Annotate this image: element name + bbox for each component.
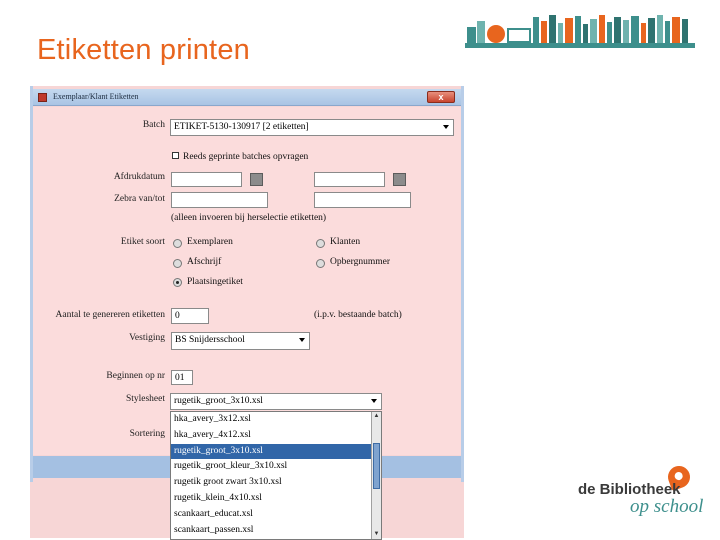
chevron-down-icon bbox=[371, 399, 377, 403]
print-date-label: Afdrukdatum bbox=[113, 172, 165, 182]
bookshelf-logo-icon bbox=[465, 14, 695, 48]
radio-plaatsingetiket[interactable] bbox=[173, 278, 182, 287]
reprint-checkbox-row[interactable]: Reeds geprinte batches opvragen bbox=[172, 152, 308, 162]
list-item[interactable]: hka_avery_3x12.xsl bbox=[171, 412, 381, 428]
list-item[interactable]: scankaart_passen.xsl bbox=[171, 523, 381, 539]
batch-select[interactable]: ETIKET-5130-130917 [2 etiketten] bbox=[170, 119, 454, 136]
batch-select-value: ETIKET-5130-130917 [2 etiketten] bbox=[174, 122, 309, 132]
print-date-to-field[interactable] bbox=[314, 172, 385, 187]
calendar-icon[interactable] bbox=[250, 173, 263, 186]
app-icon bbox=[38, 93, 47, 102]
window-title: Exemplaar/Klant Etiketten bbox=[53, 92, 139, 101]
list-item[interactable]: rugetik_klein_4x10.xsl bbox=[171, 491, 381, 507]
stylesheet-select[interactable]: rugetik_groot_3x10.xsl bbox=[170, 393, 382, 410]
stylesheet-select-value: rugetik_groot_3x10.xsl bbox=[174, 396, 263, 406]
branch-select-value: BS Snijdersschool bbox=[175, 335, 245, 345]
scroll-thumb[interactable] bbox=[373, 443, 380, 489]
batch-label: Batch bbox=[142, 120, 165, 130]
logo-text-line2: op school bbox=[630, 496, 704, 517]
slide: Etiketten printen Exemplaar/Klant Etiket… bbox=[0, 0, 720, 540]
start-number-label: Beginnen op nr bbox=[106, 371, 165, 381]
radio-afschrijf[interactable] bbox=[173, 259, 182, 268]
print-date-from-field[interactable] bbox=[171, 172, 242, 187]
count-note: (i.p.v. bestaande batch) bbox=[314, 310, 402, 320]
radio-klanten[interactable] bbox=[316, 239, 325, 248]
radio-exemplaren-label: Exemplaren bbox=[187, 237, 233, 247]
zebra-label: Zebra van/tot bbox=[114, 194, 165, 204]
label-type-label: Etiket soort bbox=[120, 237, 165, 247]
sort-label: Sortering bbox=[129, 429, 165, 439]
list-item[interactable]: scankaart_educat.xsl bbox=[171, 507, 381, 523]
radio-afschrijf-label: Afschrijf bbox=[187, 257, 222, 267]
window-titlebar[interactable]: Exemplaar/Klant Etiketten x bbox=[33, 89, 461, 106]
radio-plaatsingetiket-label: Plaatsingetiket bbox=[187, 277, 243, 287]
stylesheet-label: Stylesheet bbox=[125, 394, 165, 404]
branch-label: Vestiging bbox=[129, 333, 165, 343]
list-item[interactable]: rugetik_groot_kleur_3x10.xsl bbox=[171, 459, 381, 475]
count-field[interactable]: 0 bbox=[171, 308, 209, 324]
zebra-to-field[interactable] bbox=[314, 192, 411, 208]
list-item-selected[interactable]: rugetik_groot_3x10.xsl bbox=[171, 443, 381, 460]
radio-opbergnummer[interactable] bbox=[316, 259, 325, 268]
close-button[interactable]: x bbox=[427, 91, 455, 103]
radio-klanten-label: Klanten bbox=[330, 237, 361, 247]
radio-opbergnummer-label: Opbergnummer bbox=[330, 257, 390, 267]
slide-title: Etiketten printen bbox=[37, 34, 250, 66]
scroll-down-icon[interactable]: ▼ bbox=[372, 530, 381, 539]
branch-select[interactable]: BS Snijdersschool bbox=[171, 332, 310, 350]
stylesheet-dropdown-list[interactable]: hka_avery_3x12.xsl hka_avery_4x12.xsl ru… bbox=[170, 411, 382, 540]
list-item[interactable]: rugetik groot zwart 3x10.xsl bbox=[171, 475, 381, 491]
radio-exemplaren[interactable] bbox=[173, 239, 182, 248]
reprint-checkbox-label: Reeds geprinte batches opvragen bbox=[183, 152, 309, 162]
start-number-field[interactable]: 01 bbox=[171, 370, 193, 385]
chevron-down-icon bbox=[299, 338, 305, 342]
calendar-icon[interactable] bbox=[393, 173, 406, 186]
count-label: Aantal te genereren etiketten bbox=[55, 310, 165, 320]
dropdown-scrollbar[interactable]: ▲ ▼ bbox=[371, 412, 381, 539]
reprint-checkbox[interactable] bbox=[172, 152, 179, 159]
list-item[interactable]: hka_avery_4x12.xsl bbox=[171, 428, 381, 444]
zebra-note: (alleen invoeren bij herselectie etikett… bbox=[171, 213, 327, 223]
zebra-from-field[interactable] bbox=[171, 192, 268, 208]
chevron-down-icon bbox=[443, 125, 449, 129]
label-print-window: Exemplaar/Klant Etiketten x Batch ETIKET… bbox=[30, 86, 464, 540]
scroll-up-icon[interactable]: ▲ bbox=[372, 412, 381, 421]
